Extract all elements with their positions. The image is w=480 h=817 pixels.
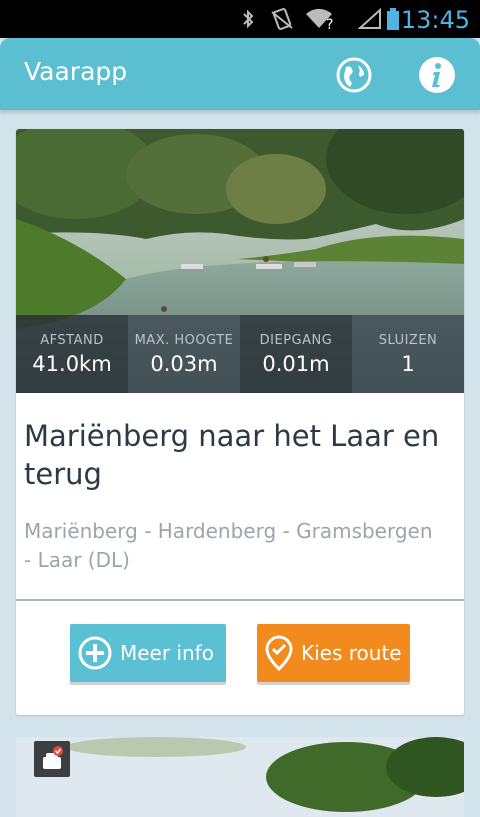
status-time: 13:45 [400, 6, 470, 34]
wifi-icon: ? [306, 8, 333, 30]
kies-route-button[interactable]: Kies route [257, 624, 410, 682]
meer-info-label: Meer info [120, 641, 214, 665]
stat-max-hoogte: MAX. HOOGTE 0.03m [128, 315, 240, 393]
app-bar: Vaarapp [0, 38, 480, 110]
route-card[interactable]: AFSTAND 41.0km MAX. HOOGTE 0.03m DIEPGAN… [16, 129, 464, 715]
route-subtitle: Mariënberg - Hardenberg - Gramsbergen - … [24, 519, 433, 572]
stat-value: 1 [401, 352, 415, 376]
plus-circle-icon [78, 636, 112, 670]
stat-value: 0.03m [150, 352, 218, 376]
stat-sluizen: SLUIZEN 1 [352, 315, 464, 393]
stat-label: SLUIZEN [378, 333, 438, 348]
kies-route-label: Kies route [301, 641, 402, 665]
battery-icon [387, 8, 399, 30]
badge-icon[interactable] [34, 741, 70, 777]
route-card-2[interactable] [16, 737, 464, 817]
map-pin-check-icon [265, 635, 293, 671]
card-divider [16, 599, 464, 601]
stat-label: MAX. HOOGTE [134, 333, 234, 348]
route-photo-2 [16, 737, 464, 817]
globe-icon[interactable] [336, 57, 372, 93]
status-bar: ? 13:45 [0, 0, 480, 38]
stat-diepgang: DIEPGANG 0.01m [240, 315, 352, 393]
app-title: Vaarapp [24, 57, 128, 86]
vibrate-icon [271, 8, 293, 30]
route-stats: AFSTAND 41.0km MAX. HOOGTE 0.03m DIEPGAN… [16, 315, 464, 393]
stat-afstand: AFSTAND 41.0km [16, 315, 128, 393]
stat-label: AFSTAND [40, 333, 104, 348]
info-icon[interactable] [418, 56, 456, 94]
stat-value: 0.01m [262, 352, 330, 376]
stat-label: DIEPGANG [259, 333, 333, 348]
stat-value: 41.0km [32, 352, 112, 376]
route-title: Mariënberg naar het Laar en terug [24, 419, 440, 491]
bluetooth-icon [243, 9, 254, 29]
signal-icon [358, 8, 381, 29]
meer-info-button[interactable]: Meer info [70, 624, 226, 682]
svg-text:?: ? [326, 17, 333, 30]
